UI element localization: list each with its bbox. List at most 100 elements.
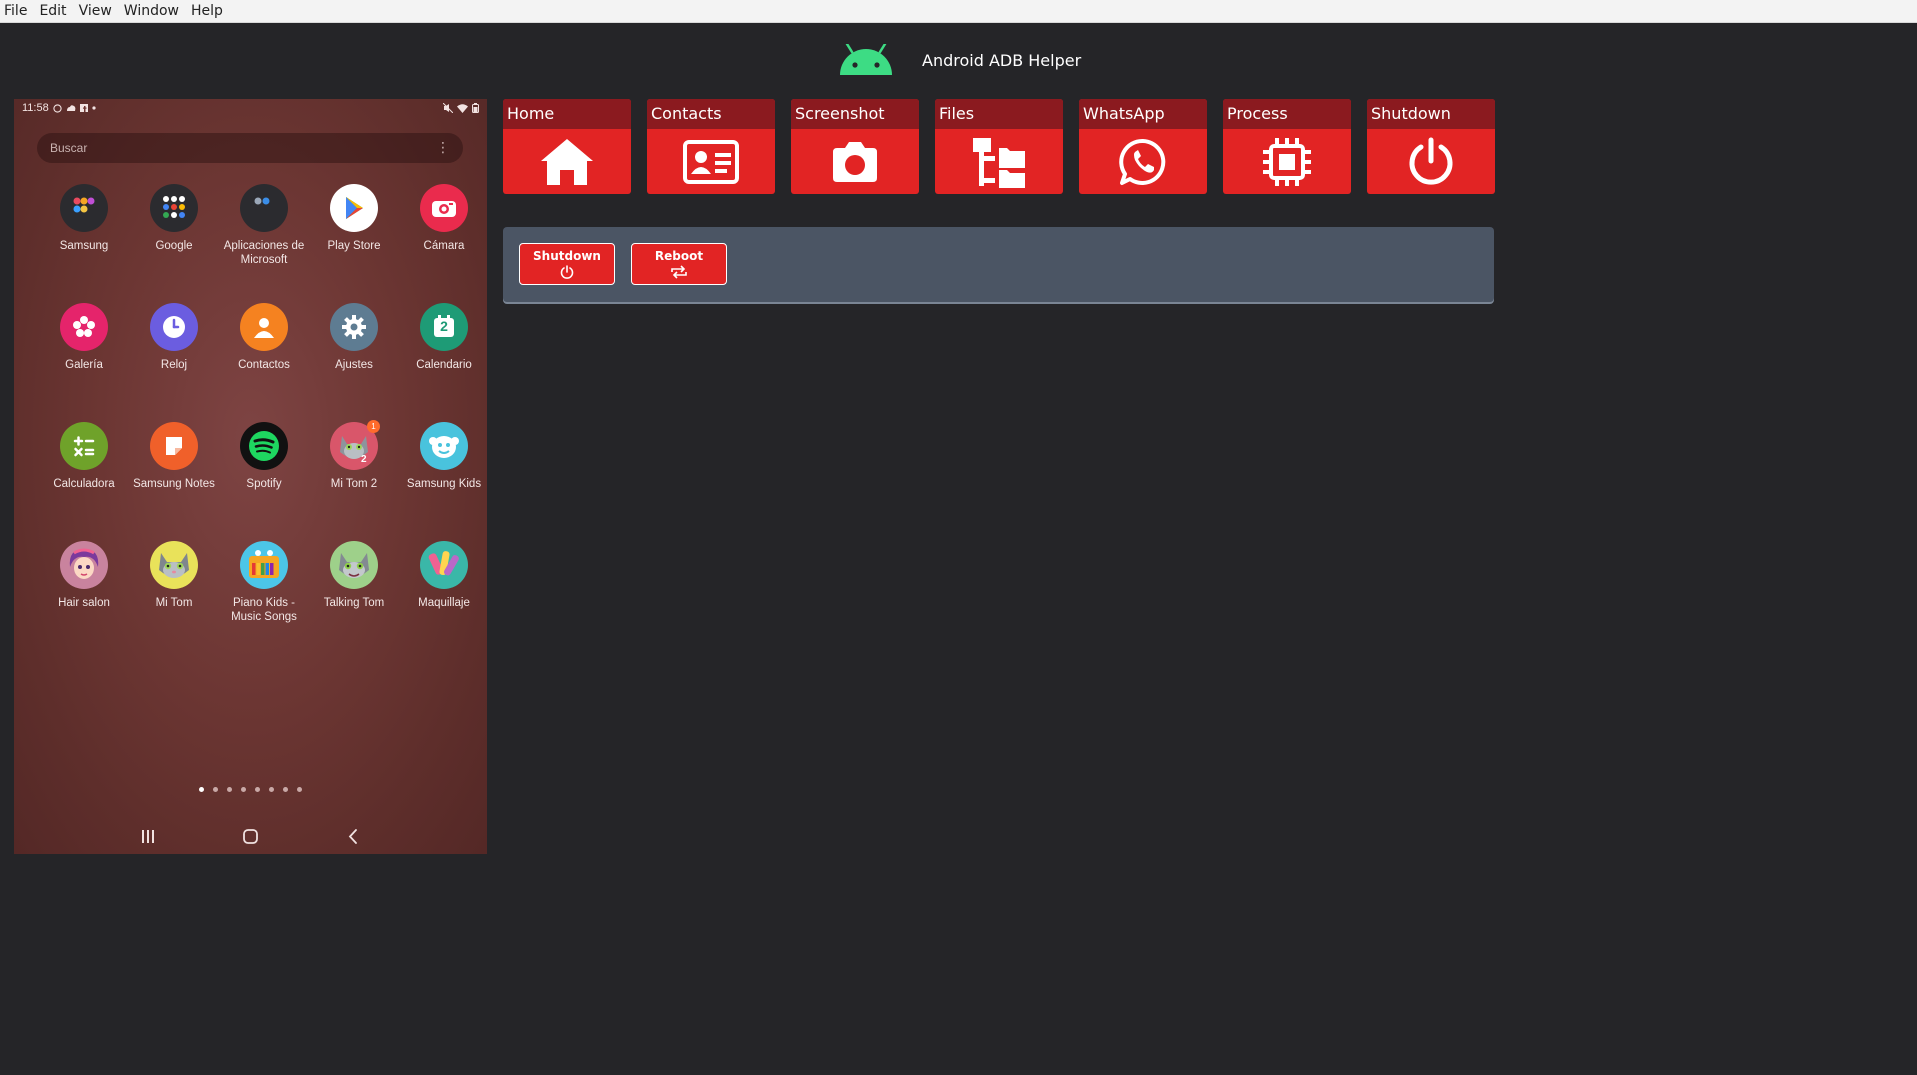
app-label: Samsung Notes [133, 478, 215, 490]
more-options-icon[interactable]: ⋮ [436, 140, 450, 156]
app-calendario[interactable]: 2 Calendario [399, 303, 487, 372]
app-galeria[interactable]: Galería [39, 303, 129, 372]
contacts-icon [240, 303, 288, 351]
page-dot [269, 787, 274, 792]
hair-salon-icon [60, 541, 108, 589]
whatsapp-button[interactable]: WhatsApp [1079, 99, 1207, 194]
app-microsoft[interactable]: Aplicaciones de Microsoft [219, 184, 309, 267]
menu-help[interactable]: Help [185, 0, 229, 22]
contacts-button[interactable]: Contacts [647, 99, 775, 194]
app-label: Calculadora [53, 478, 115, 490]
google-folder-icon [150, 184, 198, 232]
app-play-store[interactable]: Play Store [309, 184, 399, 253]
calendar-day: 2 [440, 318, 448, 334]
phone-screen-mirror[interactable]: 11:58 Buscar ⋮ Samsung Google Aplicacion… [14, 99, 487, 854]
app-label: Google [155, 240, 193, 252]
app-samsung[interactable]: Samsung [39, 184, 129, 253]
reboot-button[interactable]: Reboot [631, 243, 727, 285]
menu-view[interactable]: View [73, 0, 118, 22]
app-label: Hair salon [58, 597, 110, 609]
process-button[interactable]: Process [1223, 99, 1351, 194]
app-samsung-notes[interactable]: Samsung Notes [129, 422, 219, 491]
back-nav-icon[interactable] [348, 829, 358, 844]
shutdown-toolbar-button[interactable]: Shutdown [1367, 99, 1495, 194]
app-talking-tom[interactable]: Talking Tom [309, 541, 399, 610]
file-tree-icon [973, 137, 1025, 188]
spotify-icon [240, 422, 288, 470]
app-label: Spotify [246, 478, 282, 490]
files-button-label: Files [935, 99, 1063, 129]
app-label: Mi Tom 2 [330, 478, 378, 490]
shutdown-button-label: Shutdown [1367, 99, 1495, 129]
home-button[interactable]: Home [503, 99, 631, 194]
whatsapp-notification-icon [53, 103, 62, 113]
calculator-icon [60, 422, 108, 470]
menu-bar: File Edit View Window Help [0, 0, 1917, 23]
app-label: Talking Tom [323, 597, 385, 609]
shutdown-button[interactable]: Shutdown [519, 243, 615, 285]
phone-search-bar[interactable]: Buscar ⋮ [37, 133, 463, 163]
page-dot [199, 787, 204, 792]
camera-icon [833, 141, 877, 182]
app-label: Samsung [59, 240, 109, 252]
power-icon [1409, 137, 1453, 185]
phone-nav-bar [14, 821, 487, 851]
cpu-chip-icon [1263, 137, 1311, 186]
action-toolbar: Home Contacts Screenshot Files WhatsApp … [503, 99, 1511, 194]
battery-status-icon [472, 103, 479, 113]
gallery-icon [60, 303, 108, 351]
app-label: Calendario [416, 359, 472, 371]
page-dot [213, 787, 218, 792]
app-maquillaje[interactable]: Maquillaje [399, 541, 487, 610]
status-time: 11:58 [22, 102, 49, 114]
notification-badge: 1 [367, 420, 380, 433]
contacts-button-label: Contacts [647, 99, 775, 129]
app-piano-kids[interactable]: Piano Kids - Music Songs [219, 541, 309, 624]
app-samsung-kids[interactable]: Samsung Kids [399, 422, 487, 491]
app-label: Piano Kids - Music Songs [231, 597, 297, 623]
app-label: Samsung Kids [406, 478, 482, 490]
files-button[interactable]: Files [935, 99, 1063, 194]
home-icon [541, 138, 593, 185]
process-button-label: Process [1223, 99, 1351, 129]
page-dot [283, 787, 288, 792]
android-robot-icon [840, 44, 892, 75]
page-indicator [14, 787, 487, 792]
recents-icon[interactable] [141, 830, 155, 843]
app-contactos[interactable]: Contactos [219, 303, 309, 372]
play-store-icon [330, 184, 378, 232]
menu-file[interactable]: File [0, 0, 33, 22]
phone-search-placeholder: Buscar [50, 141, 88, 155]
screenshot-button[interactable]: Screenshot [791, 99, 919, 194]
phone-status-bar: 11:58 [14, 99, 487, 117]
kids-icon [420, 422, 468, 470]
app-spotify[interactable]: Spotify [219, 422, 309, 491]
screenshot-button-label: Screenshot [791, 99, 919, 129]
tom2-icon: 2 1 [330, 420, 380, 470]
home-nav-icon[interactable] [243, 829, 258, 844]
menu-window[interactable]: Window [118, 0, 185, 22]
app-camara[interactable]: Cámara [399, 184, 487, 253]
app-ajustes[interactable]: Ajustes [309, 303, 399, 372]
app-mi-tom[interactable]: Mi Tom [129, 541, 219, 610]
app-label: Mi Tom [155, 597, 193, 609]
whatsapp-icon [1119, 138, 1166, 185]
settings-icon [330, 303, 378, 351]
app-reloj[interactable]: Reloj [129, 303, 219, 372]
makeup-icon [420, 541, 468, 589]
wifi-status-icon [457, 103, 468, 113]
menu-edit[interactable]: Edit [33, 0, 72, 22]
page-dot [241, 787, 246, 792]
app-calculadora[interactable]: Calculadora [39, 422, 129, 491]
notes-icon [150, 422, 198, 470]
power-small-icon [560, 265, 574, 279]
app-mi-tom-2[interactable]: 2 1 Mi Tom 2 [309, 420, 399, 491]
whatsapp-button-label: WhatsApp [1079, 99, 1207, 129]
app-hair-salon[interactable]: Hair salon [39, 541, 129, 610]
microsoft-folder-icon [240, 184, 288, 232]
app-google[interactable]: Google [129, 184, 219, 253]
reboot-icon [671, 265, 687, 279]
page-dot [297, 787, 302, 792]
tom-icon [150, 541, 198, 589]
app-label: Aplicaciones de Microsoft [223, 240, 305, 266]
